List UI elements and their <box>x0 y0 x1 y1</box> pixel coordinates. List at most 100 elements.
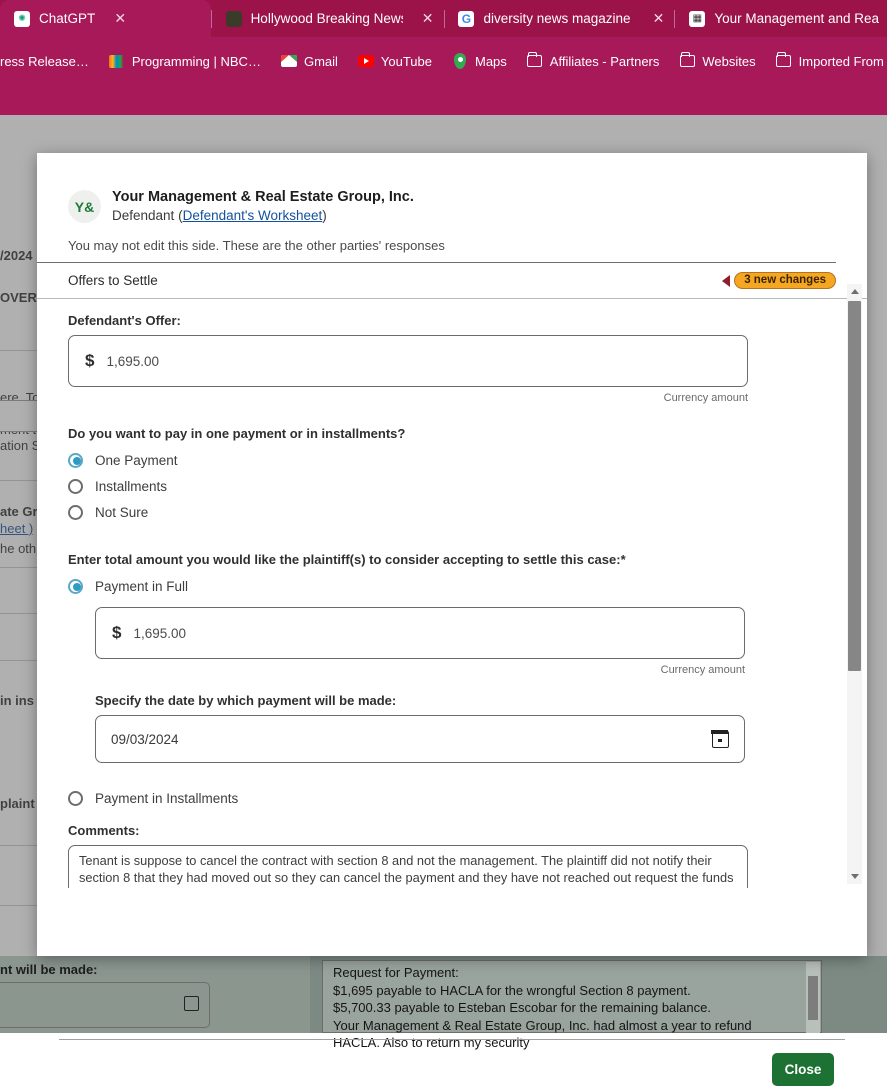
bookmark-label: ress Release… <box>0 53 89 69</box>
settle-amount-input[interactable]: $ 1,695.00 <box>95 607 745 659</box>
bottom-date-input[interactable] <box>0 982 210 1028</box>
news-image-icon <box>225 10 242 27</box>
radio-icon[interactable] <box>68 452 83 468</box>
triangle-left-icon <box>722 274 731 287</box>
defendant-offer-input[interactable]: $ 1,695.00 <box>68 335 748 387</box>
modal-scrollbar[interactable] <box>847 284 862 884</box>
bookmark-label: Websites <box>702 53 756 69</box>
gmail-icon <box>280 53 297 69</box>
scroll-up-icon[interactable] <box>847 284 862 299</box>
settle-amount-question: Enter total amount you would like the pl… <box>68 552 626 567</box>
browser-tab-title: diversity news magazine - Goo… <box>483 11 633 26</box>
new-changes-indicator[interactable]: 3 new changes <box>722 272 836 289</box>
browser-chrome: ✺ ChatGPT ✕ Hollywood Breaking News, Ent… <box>0 0 887 115</box>
bottom-panel-line: $5,700.33 payable to Esteban Escobar for… <box>333 1000 711 1015</box>
nbc-icon <box>109 53 125 69</box>
bookmark-press-release[interactable]: ress Release… <box>0 48 99 74</box>
defendant-offer-value: 1,695.00 <box>106 353 160 369</box>
defendants-worksheet-link[interactable]: Defendant's Worksheet <box>183 208 323 223</box>
newspaper-icon: ▦ <box>689 10 706 27</box>
radio-not-sure[interactable]: Not Sure <box>68 499 836 525</box>
folder-icon <box>527 52 543 69</box>
dollar-icon: $ <box>85 351 95 370</box>
scroll-down-icon[interactable] <box>847 869 862 884</box>
party-name: Your Management & Real Estate Group, Inc… <box>112 189 414 205</box>
bottom-panel-scrollbar[interactable] <box>806 962 820 1033</box>
browser-tab-diversity-news[interactable]: G diversity news magazine - Goo… ✕ <box>444 0 674 37</box>
comments-textarea[interactable]: Tenant is suppose to cancel the contract… <box>68 845 748 888</box>
chatgpt-icon: ✺ <box>14 10 30 27</box>
comments-label: Comments: <box>68 823 140 838</box>
browser-tab-title: Your Management and Rea <box>714 11 879 26</box>
scrollbar-thumb[interactable] <box>848 301 861 671</box>
modal-form-body: Defendant's Offer: $ 1,695.00 Currency a… <box>37 299 867 888</box>
bottom-panel-line: Your Management & Real Estate Group, Inc… <box>333 1017 752 1033</box>
close-icon[interactable]: ✕ <box>420 10 436 27</box>
radio-label: Installments <box>95 478 168 494</box>
radio-payment-in-installments[interactable]: Payment in Installments <box>68 785 836 811</box>
party-role: Defendant <box>112 208 175 223</box>
calendar-icon[interactable] <box>184 996 199 1011</box>
payment-date-input[interactable]: 09/03/2024 <box>95 715 745 763</box>
browser-tab-hollywood-news[interactable]: Hollywood Breaking News, Ent… ✕ <box>212 0 444 37</box>
page-bottom-content: nt will be made: Request for Payment: $1… <box>0 956 887 1050</box>
edit-notice: You may not edit this side. These are th… <box>37 225 836 263</box>
scrollbar-thumb[interactable] <box>808 976 818 1020</box>
party-header: Y& Your Management & Real Estate Group, … <box>37 153 867 225</box>
close-icon[interactable]: ✕ <box>112 10 128 27</box>
party-role-row: Defendant (Defendant's Worksheet) <box>112 206 414 225</box>
bookmark-label: Programming | NBC… <box>131 53 261 69</box>
radio-payment-in-full[interactable]: Payment in Full <box>68 573 836 599</box>
close-icon[interactable]: ✕ <box>650 10 666 27</box>
avatar: Y& <box>68 190 101 223</box>
defendant-offer-label: Defendant's Offer: <box>68 313 181 328</box>
modal-footer-divider <box>59 1039 845 1040</box>
payment-method-question: Do you want to pay in one payment or in … <box>68 426 406 441</box>
folder-icon <box>776 52 792 69</box>
close-button[interactable]: Close <box>772 1053 834 1086</box>
radio-icon[interactable] <box>68 478 83 494</box>
settle-amount-value: 1,695.00 <box>133 625 187 641</box>
bookmark-gmail[interactable]: Gmail <box>271 48 348 74</box>
comments-value: Tenant is suppose to cancel the contract… <box>79 853 734 885</box>
radio-icon[interactable] <box>68 504 83 520</box>
bottom-request-panel[interactable]: Request for Payment: $1,695 payable to H… <box>322 960 822 1050</box>
bottom-panel-line: HACLA. Also to return my security <box>333 1035 530 1050</box>
browser-tabstrip: ✺ ChatGPT ✕ Hollywood Breaking News, Ent… <box>0 0 887 37</box>
dollar-icon: $ <box>112 623 122 642</box>
bookmark-websites[interactable]: Websites <box>669 48 765 74</box>
bookmark-label: YouTube <box>380 53 432 69</box>
folder-icon <box>679 52 695 69</box>
bookmark-label: Affiliates - Partners <box>549 53 660 69</box>
bookmark-maps[interactable]: Maps <box>442 48 517 74</box>
section-header-offers-to-settle: Offers to Settle 3 new changes <box>37 263 867 299</box>
browser-tab-chatgpt[interactable]: ✺ ChatGPT ✕ <box>0 0 211 37</box>
browser-tab-title: Hollywood Breaking News, Ent… <box>250 11 403 26</box>
bookmark-imported-from-edge[interactable]: Imported From Edge <box>766 48 887 74</box>
bookmark-label: Imported From Edge <box>798 53 887 69</box>
bottom-date-label: nt will be made: <box>0 962 98 977</box>
bookmark-label: Maps <box>475 53 507 69</box>
radio-installments[interactable]: Installments <box>68 473 836 499</box>
bookmark-affiliates-partners[interactable]: Affiliates - Partners <box>517 48 670 74</box>
radio-one-payment[interactable]: One Payment <box>68 447 836 473</box>
radio-label: Not Sure <box>95 504 149 520</box>
bookmark-youtube[interactable]: YouTube <box>348 48 442 74</box>
paren-close: ) <box>322 208 327 223</box>
section-title: Offers to Settle <box>68 273 158 288</box>
browser-tab-your-management[interactable]: ▦ Your Management and Rea <box>675 0 887 37</box>
defendant-offer-hint: Currency amount <box>663 392 748 404</box>
bookmarks-bar: ress Release… Programming | NBC… Gmail Y… <box>0 46 887 76</box>
radio-label: Payment in Installments <box>95 790 239 806</box>
new-changes-badge[interactable]: 3 new changes <box>734 272 836 289</box>
maps-icon <box>452 53 468 69</box>
bottom-panel-line: Request for Payment: <box>333 965 459 980</box>
calendar-icon[interactable] <box>711 729 729 748</box>
payment-date-value: 09/03/2024 <box>111 731 179 747</box>
google-icon: G <box>458 10 475 27</box>
bookmark-programming-nbc[interactable]: Programming | NBC… <box>99 48 271 74</box>
radio-icon[interactable] <box>68 790 83 806</box>
radio-icon[interactable] <box>68 578 83 594</box>
bottom-left-panel: nt will be made: <box>0 956 310 1033</box>
offers-to-settle-modal: Y& Your Management & Real Estate Group, … <box>37 153 867 1086</box>
